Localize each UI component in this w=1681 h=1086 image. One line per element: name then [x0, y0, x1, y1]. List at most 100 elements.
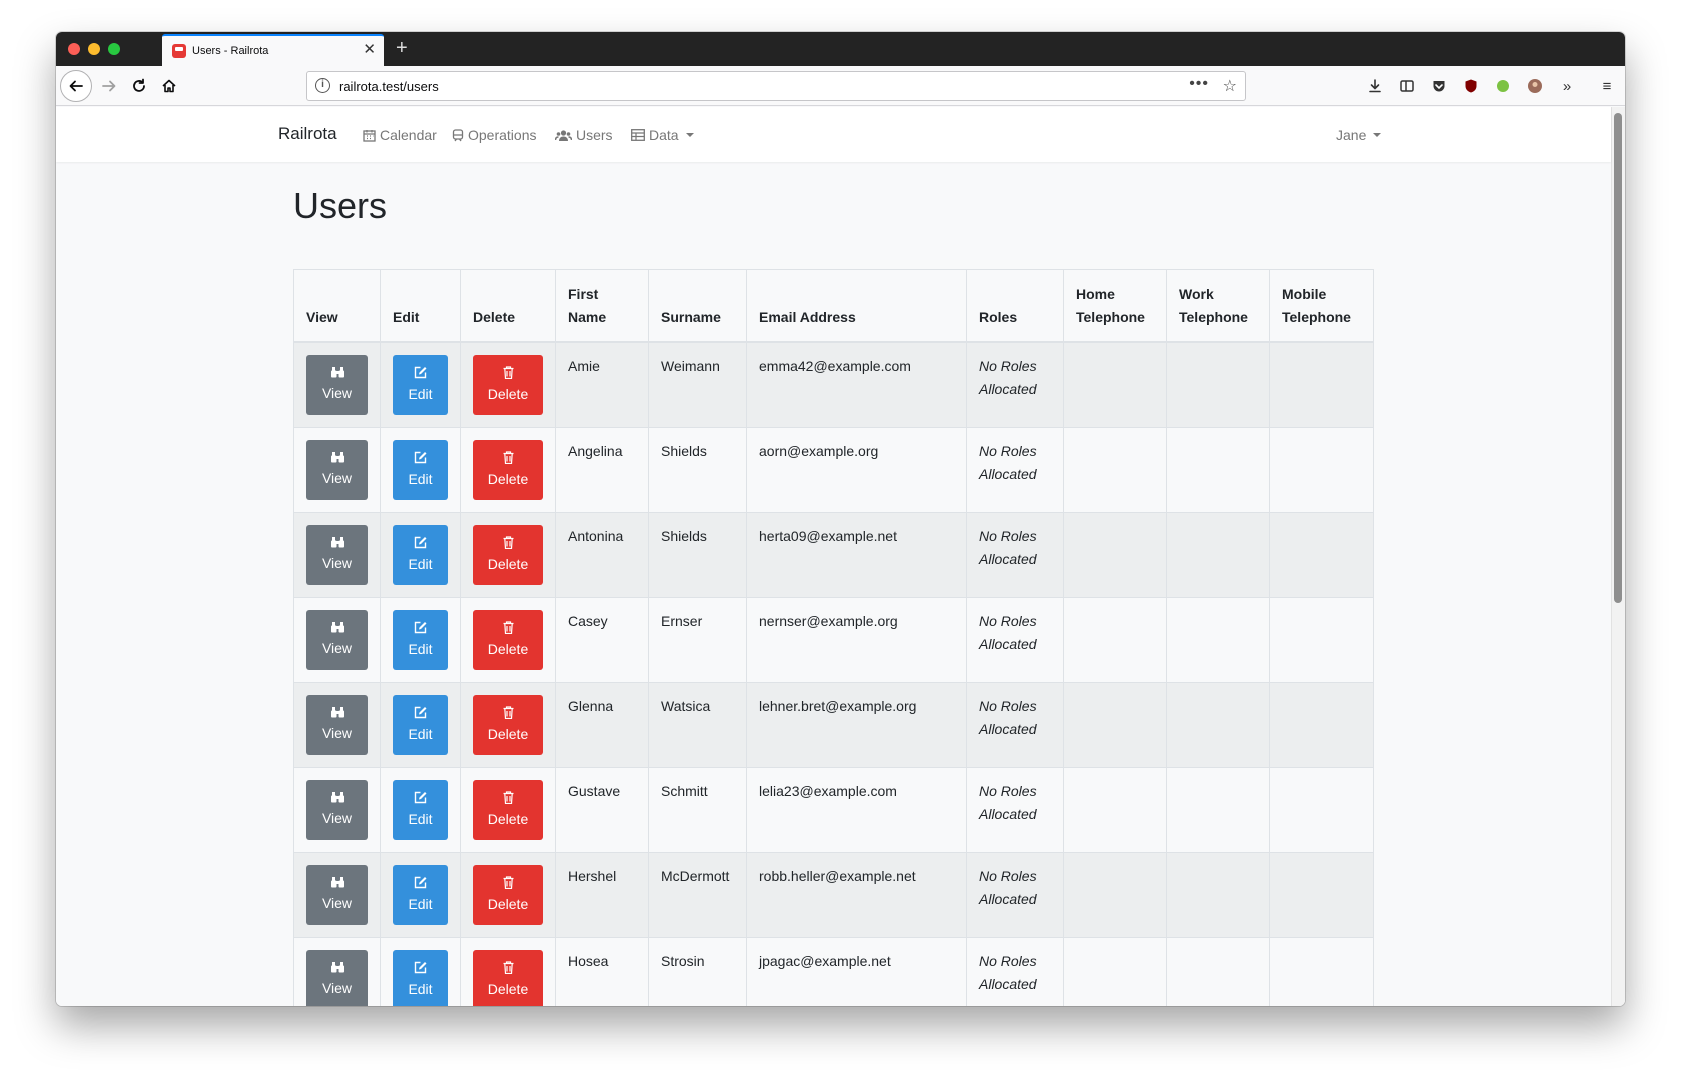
work-telephone-cell — [1166, 596, 1270, 683]
delete-button[interactable]: Delete — [473, 609, 543, 670]
email-cell: lehner.bret@example.org — [746, 681, 967, 768]
sidebar-icon[interactable] — [1396, 75, 1418, 97]
table-header-row: View Edit Delete First Name Surname Emai… — [293, 269, 1374, 343]
brand-link[interactable]: Railrota — [278, 124, 337, 144]
nav-operations[interactable]: Operations — [452, 127, 536, 143]
view-cell: View — [293, 851, 381, 938]
chevron-down-icon — [1373, 133, 1382, 137]
binoculars-icon — [330, 367, 344, 378]
delete-button[interactable]: Delete — [473, 949, 543, 1006]
mobile-telephone-cell — [1269, 341, 1374, 428]
home-telephone-cell — [1063, 511, 1167, 598]
view-button[interactable]: View — [306, 609, 368, 670]
table-row: View Edit Delete Hershel McDermott robb.… — [293, 851, 1374, 938]
delete-cell: Delete — [460, 681, 556, 768]
delete-button-label: Delete — [487, 640, 529, 657]
table-row: View Edit Delete Gustave Schmitt lelia23… — [293, 766, 1374, 853]
browser-tab[interactable]: Users - Railrota ✕ — [162, 34, 384, 66]
view-cell: View — [293, 511, 381, 598]
user-menu-dropdown[interactable]: Jane — [1336, 127, 1382, 143]
back-button[interactable] — [60, 70, 92, 102]
forward-button[interactable] — [94, 71, 124, 101]
binoculars-icon — [330, 792, 344, 803]
nav-operations-label: Operations — [468, 127, 537, 143]
delete-cell: Delete — [460, 596, 556, 683]
maximize-window-button[interactable] — [108, 43, 120, 55]
view-cell: View — [293, 766, 381, 853]
edit-button[interactable]: Edit — [393, 524, 448, 585]
view-button[interactable]: View — [306, 524, 368, 585]
calendar-icon — [363, 129, 376, 142]
edit-cell: Edit — [380, 426, 461, 513]
close-window-button[interactable] — [68, 43, 80, 55]
profile-avatar-icon[interactable] — [1524, 75, 1546, 97]
col-header-mobile-telephone: Mobile Telephone — [1269, 269, 1374, 343]
view-button[interactable]: View — [306, 949, 368, 1006]
scrollbar[interactable] — [1611, 107, 1625, 1006]
edit-button[interactable]: Edit — [393, 949, 448, 1006]
hamburger-menu-icon[interactable]: ≡ — [1596, 75, 1618, 97]
edit-button-label: Edit — [408, 640, 433, 657]
nav-data-label: Data — [649, 127, 679, 143]
table-row: View Edit Delete Casey Ernser nernser@ex… — [293, 596, 1374, 683]
page-actions-icon[interactable]: ••• — [1189, 75, 1209, 93]
edit-icon — [414, 451, 427, 463]
delete-button[interactable]: Delete — [473, 439, 543, 500]
edit-icon — [414, 366, 427, 378]
mobile-telephone-cell — [1269, 681, 1374, 768]
nav-data-dropdown[interactable]: Data — [631, 127, 694, 143]
url-text[interactable]: railrota.test/users — [339, 79, 439, 94]
delete-button[interactable]: Delete — [473, 524, 543, 585]
bookmark-star-icon[interactable]: ☆ — [1223, 76, 1237, 96]
delete-button[interactable]: Delete — [473, 354, 543, 415]
first-name-cell: Casey — [555, 596, 649, 683]
edit-cell: Edit — [380, 596, 461, 683]
nav-calendar[interactable]: Calendar — [363, 127, 437, 143]
col-header-delete: Delete — [460, 269, 556, 343]
edit-button[interactable]: Edit — [393, 864, 448, 925]
info-icon[interactable]: i — [315, 78, 330, 93]
delete-button[interactable]: Delete — [473, 694, 543, 755]
minimize-window-button[interactable] — [88, 43, 100, 55]
edit-icon — [414, 791, 427, 803]
edit-button-label: Edit — [408, 980, 433, 997]
view-button-label: View — [321, 470, 353, 486]
roles-cell: No Roles Allocated — [966, 596, 1064, 683]
extension-icon[interactable] — [1492, 75, 1514, 97]
overflow-chevron-icon[interactable]: » — [1556, 75, 1578, 97]
ublock-icon[interactable] — [1460, 75, 1482, 97]
mobile-telephone-cell — [1269, 936, 1374, 1006]
tab-close-icon[interactable]: ✕ — [363, 42, 376, 58]
view-button[interactable]: View — [306, 694, 368, 755]
delete-button[interactable]: Delete — [473, 864, 543, 925]
scrollbar-thumb[interactable] — [1614, 113, 1622, 603]
pocket-icon[interactable] — [1428, 75, 1450, 97]
reload-button[interactable] — [124, 71, 154, 101]
new-tab-button[interactable]: + — [396, 37, 408, 59]
home-button[interactable] — [154, 71, 184, 101]
download-icon[interactable] — [1364, 75, 1386, 97]
edit-button[interactable]: Edit — [393, 439, 448, 500]
edit-button[interactable]: Edit — [393, 694, 448, 755]
address-bar[interactable]: i railrota.test/users ••• ☆ — [306, 71, 1246, 101]
col-header-work-telephone: Work Telephone — [1166, 269, 1270, 343]
edit-cell: Edit — [380, 681, 461, 768]
view-button[interactable]: View — [306, 779, 368, 840]
work-telephone-cell — [1166, 511, 1270, 598]
edit-button[interactable]: Edit — [393, 779, 448, 840]
edit-button[interactable]: Edit — [393, 609, 448, 670]
roles-cell: No Roles Allocated — [966, 851, 1064, 938]
work-telephone-cell — [1166, 426, 1270, 513]
view-cell: View — [293, 936, 381, 1006]
nav-users[interactable]: Users — [555, 127, 613, 143]
first-name-cell: Amie — [555, 341, 649, 428]
view-button[interactable]: View — [306, 864, 368, 925]
edit-icon — [414, 706, 427, 718]
view-button[interactable]: View — [306, 354, 368, 415]
page-viewport: Railrota Calendar Operations Users Data … — [56, 107, 1625, 1006]
edit-button[interactable]: Edit — [393, 354, 448, 415]
edit-cell: Edit — [380, 511, 461, 598]
back-arrow-icon — [69, 80, 83, 92]
delete-button[interactable]: Delete — [473, 779, 543, 840]
view-button[interactable]: View — [306, 439, 368, 500]
